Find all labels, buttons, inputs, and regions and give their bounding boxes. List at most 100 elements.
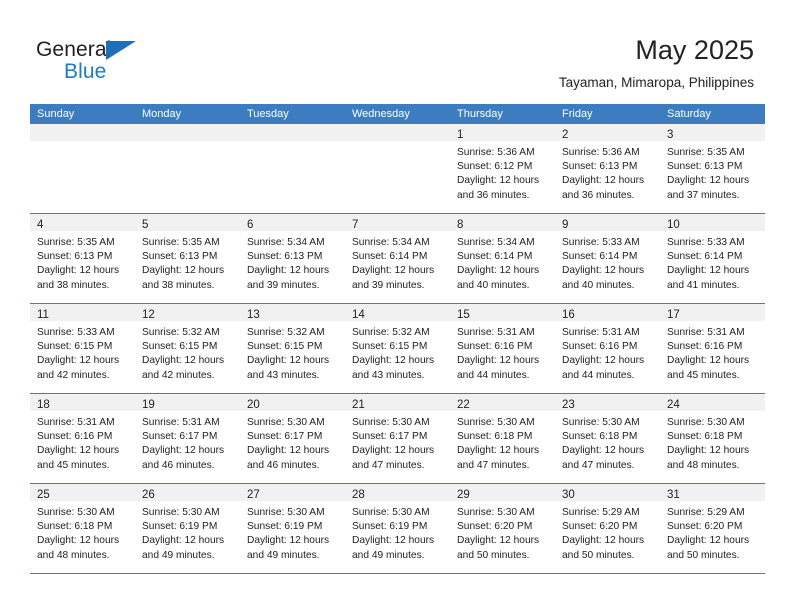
sunset-line: Sunset: 6:14 PM	[667, 251, 743, 263]
day-sun-info: Sunrise: 5:32 AM Sunset: 6:15 PM Daylight:…	[345, 321, 450, 383]
day-cell[interactable]: 12 Sunrise: 5:32 AM Sunset: 6:15 PM Dayligh…	[135, 304, 240, 393]
sunrise-line: Sunrise: 5:36 AM	[562, 147, 640, 158]
day-cell[interactable]: 18 Sunrise: 5:31 AM Sunset: 6:16 PM Dayligh…	[30, 394, 135, 483]
day-number: 10	[667, 219, 680, 231]
day-number: 24	[667, 399, 680, 411]
sunset-line: Sunset: 6:16 PM	[37, 431, 113, 443]
day-cell[interactable]: 6 Sunrise: 5:34 AM Sunset: 6:13 PM Daylight…	[240, 214, 345, 303]
daylight-line-cont: and 48 minutes.	[37, 549, 110, 561]
weekday-header-row: Sunday Monday Tuesday Wednesday Thursday…	[30, 104, 765, 124]
day-sun-info: Sunrise: 5:32 AM Sunset: 6:15 PM Daylight:…	[135, 321, 240, 383]
day-cell[interactable]: 7 Sunrise: 5:34 AM Sunset: 6:14 PM Daylight…	[345, 214, 450, 303]
day-cell[interactable]: 22 Sunrise: 5:30 AM Sunset: 6:18 PM Dayligh…	[450, 394, 555, 483]
day-cell[interactable]: 17 Sunrise: 5:31 AM Sunset: 6:16 PM Dayligh…	[660, 304, 765, 393]
daylight-line-cont: and 44 minutes.	[457, 369, 530, 381]
day-cell[interactable]: 26 Sunrise: 5:30 AM Sunset: 6:19 PM Dayligh…	[135, 484, 240, 573]
daylight-line: Daylight: 12 hours	[37, 535, 120, 547]
day-cell[interactable]: 13 Sunrise: 5:32 AM Sunset: 6:15 PM Dayligh…	[240, 304, 345, 393]
day-cell[interactable]: 16 Sunrise: 5:31 AM Sunset: 6:16 PM Dayligh…	[555, 304, 660, 393]
day-cell[interactable]: 5 Sunrise: 5:35 AM Sunset: 6:13 PM Daylight…	[135, 214, 240, 303]
daylight-line: Daylight: 12 hours	[247, 445, 330, 457]
day-sun-info: Sunrise: 5:35 AM Sunset: 6:13 PM Daylight:…	[135, 231, 240, 293]
sunset-line: Sunset: 6:15 PM	[37, 341, 113, 353]
day-cell[interactable]: 2 Sunrise: 5:36 AM Sunset: 6:13 PM Daylight…	[555, 124, 660, 213]
daylight-line: Daylight: 12 hours	[667, 535, 750, 547]
daylight-line-cont: and 42 minutes.	[37, 369, 110, 381]
weekday-header-wednesday: Wednesday	[352, 108, 410, 120]
calendar-weeks: 1 Sunrise: 5:36 AM Sunset: 6:12 PM Daylight…	[30, 124, 765, 574]
day-cell[interactable]: 4 Sunrise: 5:35 AM Sunset: 6:13 PM Daylight…	[30, 214, 135, 303]
sunrise-line: Sunrise: 5:30 AM	[457, 417, 535, 428]
day-cell[interactable]: 21 Sunrise: 5:30 AM Sunset: 6:17 PM Dayligh…	[345, 394, 450, 483]
day-number: 9	[562, 219, 569, 231]
day-cell[interactable]: 14 Sunrise: 5:32 AM Sunset: 6:15 PM Dayligh…	[345, 304, 450, 393]
day-cell-empty	[240, 124, 345, 213]
sunset-line: Sunset: 6:14 PM	[562, 251, 638, 263]
sunset-line: Sunset: 6:19 PM	[352, 521, 428, 533]
day-cell[interactable]: 3 Sunrise: 5:35 AM Sunset: 6:13 PM Daylight…	[660, 124, 765, 213]
daylight-line-cont: and 39 minutes.	[247, 279, 320, 291]
sunset-line: Sunset: 6:12 PM	[457, 161, 533, 173]
day-cell[interactable]: 10 Sunrise: 5:33 AM Sunset: 6:14 PM Dayligh…	[660, 214, 765, 303]
sunrise-line: Sunrise: 5:31 AM	[142, 417, 220, 428]
sunset-line: Sunset: 6:13 PM	[667, 161, 743, 173]
daylight-line: Daylight: 12 hours	[457, 445, 540, 457]
day-cell[interactable]: 28 Sunrise: 5:30 AM Sunset: 6:19 PM Dayligh…	[345, 484, 450, 573]
daylight-line: Daylight: 12 hours	[667, 265, 750, 277]
title-block: May 2025 Tayaman, Mimaropa, Philippines	[559, 34, 754, 92]
daylight-line: Daylight: 12 hours	[352, 535, 435, 547]
day-cell[interactable]: 20 Sunrise: 5:30 AM Sunset: 6:17 PM Dayligh…	[240, 394, 345, 483]
day-cell[interactable]: 9 Sunrise: 5:33 AM Sunset: 6:14 PM Daylight…	[555, 214, 660, 303]
daylight-line: Daylight: 12 hours	[142, 535, 225, 547]
day-number: 27	[247, 489, 260, 501]
day-number: 21	[352, 399, 365, 411]
day-number: 2	[562, 129, 569, 141]
day-cell[interactable]: 31 Sunrise: 5:29 AM Sunset: 6:20 PM Dayligh…	[660, 484, 765, 573]
day-sun-info: Sunrise: 5:33 AM Sunset: 6:14 PM Daylight:…	[555, 231, 660, 293]
day-number-band: 21	[345, 394, 450, 411]
daylight-line: Daylight: 12 hours	[457, 355, 540, 367]
daylight-line: Daylight: 12 hours	[457, 265, 540, 277]
day-sun-info: Sunrise: 5:33 AM Sunset: 6:15 PM Daylight:…	[30, 321, 135, 383]
sunset-line: Sunset: 6:20 PM	[667, 521, 743, 533]
day-number-band: 18	[30, 394, 135, 411]
day-cell[interactable]: 29 Sunrise: 5:30 AM Sunset: 6:20 PM Dayligh…	[450, 484, 555, 573]
daylight-line-cont: and 45 minutes.	[37, 459, 110, 471]
sunrise-line: Sunrise: 5:29 AM	[667, 507, 745, 518]
day-sun-info: Sunrise: 5:30 AM Sunset: 6:19 PM Daylight:…	[240, 501, 345, 563]
daylight-line: Daylight: 12 hours	[352, 445, 435, 457]
day-number-band: 2	[555, 124, 660, 141]
day-cell[interactable]: 1 Sunrise: 5:36 AM Sunset: 6:12 PM Daylight…	[450, 124, 555, 213]
daylight-line-cont: and 36 minutes.	[562, 189, 635, 201]
day-cell[interactable]: 8 Sunrise: 5:34 AM Sunset: 6:14 PM Daylight…	[450, 214, 555, 303]
day-cell[interactable]: 15 Sunrise: 5:31 AM Sunset: 6:16 PM Dayligh…	[450, 304, 555, 393]
day-cell[interactable]: 24 Sunrise: 5:30 AM Sunset: 6:18 PM Dayligh…	[660, 394, 765, 483]
day-cell[interactable]: 30 Sunrise: 5:29 AM Sunset: 6:20 PM Dayligh…	[555, 484, 660, 573]
general-blue-logo[interactable]: General Blue	[36, 38, 166, 86]
day-cell[interactable]: 11 Sunrise: 5:33 AM Sunset: 6:15 PM Dayligh…	[30, 304, 135, 393]
day-number: 15	[457, 309, 470, 321]
calendar-page: General Blue May 2025 Tayaman, Mimaropa,…	[0, 0, 792, 612]
day-sun-info: Sunrise: 5:35 AM Sunset: 6:13 PM Daylight:…	[30, 231, 135, 293]
day-cell[interactable]: 19 Sunrise: 5:31 AM Sunset: 6:17 PM Dayligh…	[135, 394, 240, 483]
location-subtitle: Tayaman, Mimaropa, Philippines	[558, 75, 754, 90]
day-cell[interactable]: 23 Sunrise: 5:30 AM Sunset: 6:18 PM Dayligh…	[555, 394, 660, 483]
sunrise-line: Sunrise: 5:32 AM	[352, 327, 430, 338]
day-sun-info: Sunrise: 5:30 AM Sunset: 6:17 PM Daylight:…	[345, 411, 450, 473]
day-number-band: 27	[240, 484, 345, 501]
sunset-line: Sunset: 6:19 PM	[247, 521, 323, 533]
day-cell[interactable]: 25 Sunrise: 5:30 AM Sunset: 6:18 PM Dayligh…	[30, 484, 135, 573]
day-number-band: 6	[240, 214, 345, 231]
daylight-line-cont: and 47 minutes.	[457, 459, 530, 471]
day-sun-info: Sunrise: 5:31 AM Sunset: 6:16 PM Daylight:…	[450, 321, 555, 383]
sunrise-line: Sunrise: 5:35 AM	[37, 237, 115, 248]
day-number: 18	[37, 399, 50, 411]
day-cell-empty	[345, 124, 450, 213]
day-sun-info: Sunrise: 5:34 AM Sunset: 6:14 PM Daylight:…	[450, 231, 555, 293]
day-cell-empty	[30, 124, 135, 213]
daylight-line-cont: and 40 minutes.	[457, 279, 530, 291]
day-number: 20	[247, 399, 260, 411]
daylight-line-cont: and 38 minutes.	[142, 279, 215, 291]
day-cell[interactable]: 27 Sunrise: 5:30 AM Sunset: 6:19 PM Dayligh…	[240, 484, 345, 573]
day-number-band: 11	[30, 304, 135, 321]
